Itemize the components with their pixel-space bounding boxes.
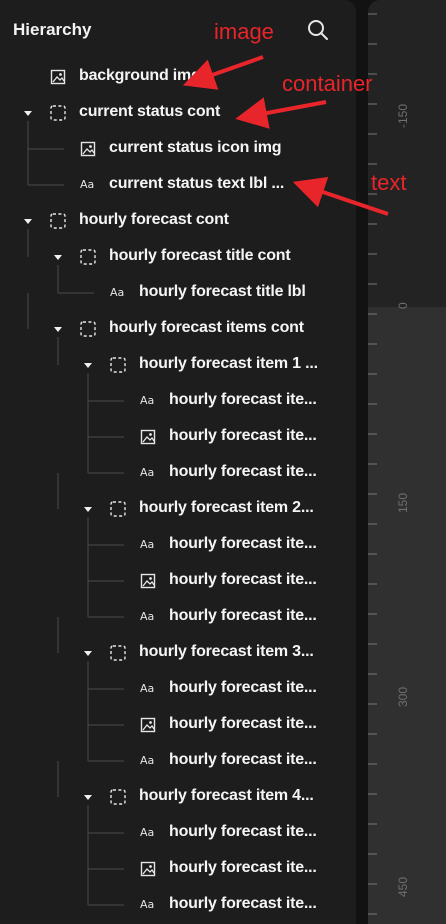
image-icon [140, 573, 156, 589]
tree-row[interactable]: Aa hourly forecast ite... [0, 671, 356, 707]
tree-row-label: hourly forecast ite... [169, 715, 317, 732]
container-icon [80, 321, 96, 337]
text-icon: Aa [140, 826, 155, 839]
ruler-label: 0 [396, 302, 410, 309]
ruler-label: 150 [396, 492, 410, 513]
text-icon: Aa [140, 898, 155, 911]
text-icon: Aa [140, 754, 155, 767]
container-icon [110, 357, 126, 373]
text-icon: Aa [140, 682, 155, 695]
tree-row[interactable]: hourly forecast item 4... [0, 779, 356, 815]
tree-row[interactable]: Aa current status text lbl ... [0, 167, 356, 203]
tree-row-label: background img [79, 67, 201, 84]
tree-row[interactable]: hourly forecast ite... [0, 563, 356, 599]
tree-row[interactable]: Aa hourly forecast ite... [0, 887, 356, 923]
image-icon [80, 141, 96, 157]
tree-row[interactable]: hourly forecast cont [0, 203, 356, 239]
container-icon [50, 213, 66, 229]
annotation-container: container [282, 71, 373, 96]
tree-row[interactable]: hourly forecast ite... [0, 707, 356, 743]
expand-toggle-icon[interactable] [81, 358, 95, 372]
tree-row[interactable]: Aa hourly forecast ite... [0, 383, 356, 419]
expand-toggle-icon[interactable] [51, 250, 65, 264]
tree-row-label: hourly forecast ite... [169, 823, 317, 840]
text-icon: Aa [110, 286, 125, 299]
expand-toggle-icon[interactable] [81, 790, 95, 804]
tree-row[interactable]: Aa hourly forecast ite... [0, 527, 356, 563]
tree-row[interactable]: hourly forecast title cont [0, 239, 356, 275]
tree-row-label: hourly forecast ite... [169, 679, 317, 696]
tree-row-label: hourly forecast cont [79, 211, 229, 228]
text-icon: Aa [140, 466, 155, 479]
expand-toggle-icon[interactable] [81, 502, 95, 516]
ruler-label: -150 [396, 103, 410, 128]
text-icon: Aa [140, 610, 155, 623]
tree-row[interactable]: hourly forecast item 3... [0, 635, 356, 671]
container-icon [110, 645, 126, 661]
tree-row[interactable]: Aa hourly forecast title lbl [0, 275, 356, 311]
panel-title: Hierarchy [13, 20, 92, 39]
text-icon: Aa [80, 178, 95, 191]
tree-row-label: hourly forecast item 2... [139, 499, 314, 516]
ruler-ticks [368, 13, 377, 915]
container-icon [80, 249, 96, 265]
tree-row[interactable]: hourly forecast item 1 ... [0, 347, 356, 383]
tree-row[interactable]: Aa hourly forecast ite... [0, 815, 356, 851]
tree-row[interactable]: Aa hourly forecast ite... [0, 455, 356, 491]
tree-row-label: current status icon img [109, 139, 282, 156]
tree-row-label: hourly forecast ite... [169, 391, 317, 408]
tree-row-label: hourly forecast item 1 ... [139, 355, 318, 372]
tree-row[interactable]: hourly forecast items cont [0, 311, 356, 347]
image-icon [50, 69, 66, 85]
tree-row-label: hourly forecast ite... [169, 859, 317, 876]
vertical-ruler: -150 0 150 300 450 [368, 0, 446, 924]
text-icon: Aa [140, 538, 155, 551]
search-icon[interactable] [306, 18, 330, 42]
tree-row-label: hourly forecast ite... [169, 571, 317, 588]
image-icon [140, 717, 156, 733]
tree-row-label: hourly forecast items cont [109, 319, 304, 336]
ruler-label: 300 [396, 686, 410, 707]
text-icon: Aa [140, 394, 155, 407]
tree-row-label: hourly forecast title lbl [139, 283, 306, 300]
tree-row[interactable]: hourly forecast item 2... [0, 491, 356, 527]
expand-toggle-icon[interactable] [81, 646, 95, 660]
tree-row-label: hourly forecast title cont [109, 247, 291, 264]
tree-row-label: hourly forecast ite... [169, 427, 317, 444]
ruler-label: 450 [396, 876, 410, 897]
tree-row-label: hourly forecast item 3... [139, 643, 314, 660]
annotation-image: image [214, 19, 274, 44]
tree-row[interactable]: Aa hourly forecast ite... [0, 599, 356, 635]
tree-row[interactable]: current status icon img [0, 131, 356, 167]
expand-toggle-icon[interactable] [21, 214, 35, 228]
annotation-text: text [371, 170, 407, 195]
container-icon [110, 501, 126, 517]
tree-row-label: hourly forecast ite... [169, 463, 317, 480]
image-icon [140, 429, 156, 445]
tree-row-label: current status text lbl ... [109, 175, 285, 192]
container-icon [110, 789, 126, 805]
hierarchy-tree: background img current status cont current… [0, 59, 356, 923]
tree-row-label: hourly forecast ite... [169, 751, 317, 768]
container-icon [50, 105, 66, 121]
tree-row-label: hourly forecast ite... [169, 895, 317, 912]
tree-row-label: current status cont [79, 103, 221, 120]
image-icon [140, 861, 156, 877]
tree-row-label: hourly forecast item 4... [139, 787, 314, 804]
tree-row-label: hourly forecast ite... [169, 535, 317, 552]
expand-toggle-icon[interactable] [51, 322, 65, 336]
tree-row[interactable]: current status cont [0, 95, 356, 131]
hierarchy-panel: Hierarchy background img current status c… [0, 0, 356, 924]
tree-row[interactable]: Aa hourly forecast ite... [0, 743, 356, 779]
tree-row[interactable]: hourly forecast ite... [0, 419, 356, 455]
tree-row-label: hourly forecast ite... [169, 607, 317, 624]
tree-row[interactable]: hourly forecast ite... [0, 851, 356, 887]
expand-toggle-icon[interactable] [21, 106, 35, 120]
